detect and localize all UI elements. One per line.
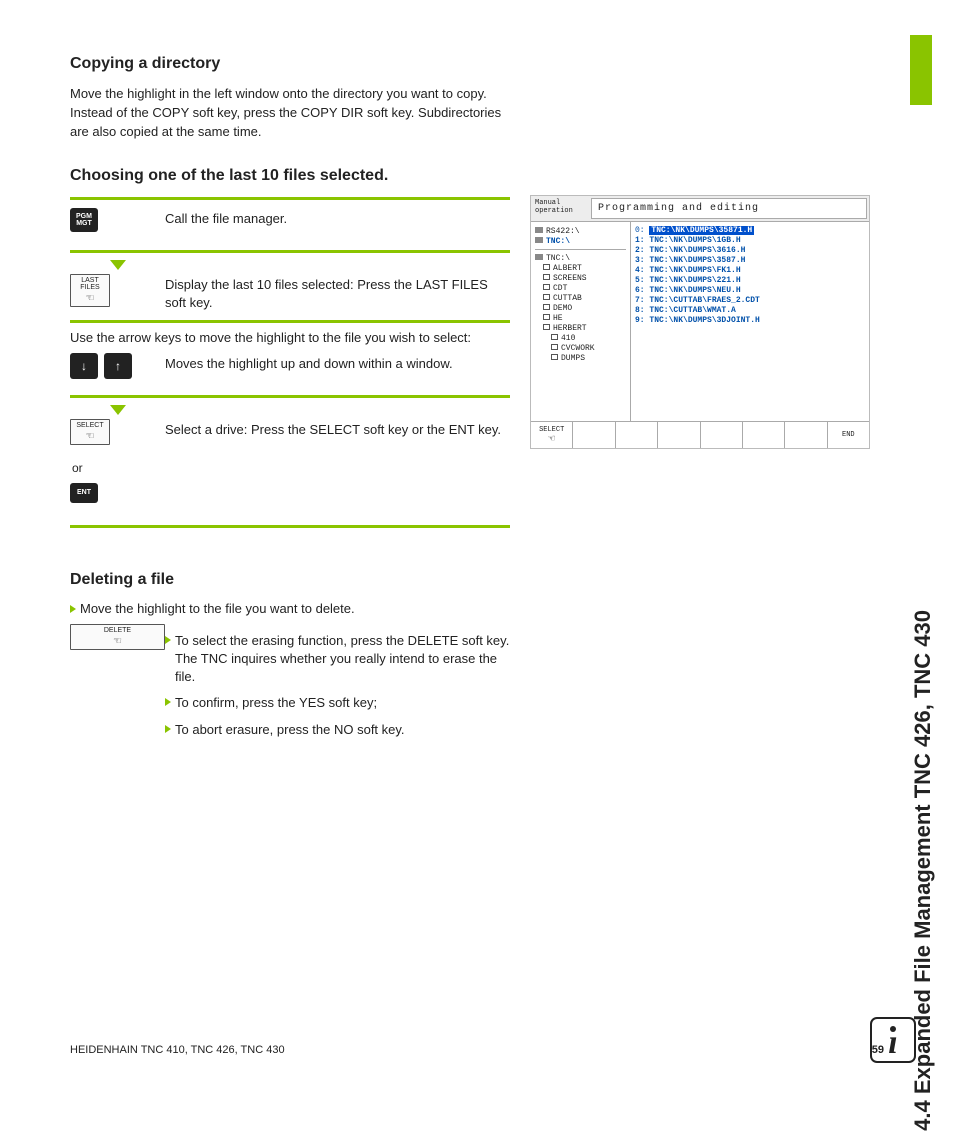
tree-item: DEMO [535, 303, 626, 313]
fig-file-list: 0: TNC:\NK\DUMPS\35871.H1: TNC:\NK\DUMPS… [631, 222, 869, 421]
tree-item: CDT [535, 283, 626, 293]
file-line: 3: TNC:\NK\DUMPS\3587.H [635, 255, 865, 265]
divider [70, 395, 510, 398]
accent-bar [910, 35, 932, 105]
divider [70, 320, 510, 323]
bullet-icon [165, 636, 171, 644]
divider [70, 197, 510, 200]
step-arrows-text: Moves the highlight up and down within a… [165, 353, 510, 373]
tree-item: CVCWORK [535, 343, 626, 353]
file-line: 5: TNC:\NK\DUMPS\221.H [635, 275, 865, 285]
drive-icon [535, 227, 543, 233]
folder-icon [551, 354, 558, 360]
fig-mode: Manual operation [531, 196, 591, 221]
flow-arrow-icon [110, 260, 126, 270]
file-line: 2: TNC:\NK\DUMPS\3616.H [635, 245, 865, 255]
fig-sk-select: SELECT☜ [531, 422, 573, 448]
file-line: 9: TNC:\NK\DUMPS\3DJOINT.H [635, 315, 865, 325]
arrow-down-key: ↓ [70, 353, 98, 379]
fig-sk-end: END [828, 422, 869, 448]
tree-item: HE [535, 313, 626, 323]
divider [70, 250, 510, 253]
step-pgmmgt-text: Call the file manager. [165, 208, 510, 228]
bullet-icon [165, 698, 171, 706]
tree-item: ALBERT [535, 263, 626, 273]
tree-item: 410 [535, 333, 626, 343]
folder-icon [543, 294, 550, 300]
file-line: 4: TNC:\NK\DUMPS\FK1.H [635, 265, 865, 275]
flow-arrow-icon [110, 405, 126, 415]
bullet-icon [165, 725, 171, 733]
bullet-icon [70, 605, 76, 613]
heading-copying-directory: Copying a directory [70, 55, 510, 73]
folder-icon [543, 264, 550, 270]
delete-list-item: To select the erasing function, press th… [165, 632, 510, 687]
select-softkey: SELECT ☜ [70, 419, 110, 445]
drive-icon [535, 237, 543, 243]
fig-softkey-bar: SELECT☜ END [531, 421, 869, 448]
tree-item: HERBERT [535, 323, 626, 333]
folder-icon [543, 284, 550, 290]
fig-title: Programming and editing [591, 198, 867, 219]
folder-icon [543, 274, 550, 280]
pgm-mgt-key: PGM MGT [70, 208, 98, 232]
step-select-text: Select a drive: Press the SELECT soft ke… [165, 419, 510, 439]
delete-list-item: To confirm, press the YES soft key; [165, 694, 510, 712]
heading-last10: Choosing one of the last 10 files select… [70, 167, 510, 185]
delete-intro: Move the highlight to the file you want … [80, 601, 355, 616]
delete-list-item: To abort erasure, press the NO soft key. [165, 721, 510, 739]
copying-directory-body: Move the highlight in the left window on… [70, 85, 510, 142]
drive-icon [535, 254, 543, 260]
tree-item: SCREENS [535, 273, 626, 283]
folder-icon [551, 344, 558, 350]
delete-softkey: DELETE ☜ [70, 624, 165, 650]
file-line: 0: TNC:\NK\DUMPS\35871.H [635, 226, 865, 235]
screenshot-figure: Manual operation Programming and editing… [530, 195, 870, 449]
section-side-title [910, 35, 932, 105]
hand-icon: ☜ [86, 293, 95, 304]
divider [70, 525, 510, 528]
ent-key: ENT [70, 483, 98, 503]
file-line: 1: TNC:\NK\DUMPS\1GB.H [635, 235, 865, 245]
file-line: 6: TNC:\NK\DUMPS\NEU.H [635, 285, 865, 295]
page-footer: HEIDENHAIN TNC 410, TNC 426, TNC 430 59 [70, 1044, 884, 1056]
folder-icon [551, 334, 558, 340]
folder-icon [543, 314, 550, 320]
tree-item: DUMPS [535, 353, 626, 363]
info-icon: ı [870, 1017, 916, 1063]
arrow-up-key: ↑ [104, 353, 132, 379]
tree-item: CUTTAB [535, 293, 626, 303]
last-files-softkey: LAST FILES ☜ [70, 274, 110, 307]
file-line: 7: TNC:\CUTTAB\FRAES_2.CDT [635, 295, 865, 305]
heading-deleting-file: Deleting a file [70, 571, 510, 589]
step-lastfiles-text: Display the last 10 files selected: Pres… [165, 274, 510, 312]
hand-icon: ☜ [113, 636, 122, 647]
or-label: or [72, 461, 510, 475]
folder-icon [543, 304, 550, 310]
file-line: 8: TNC:\CUTTAB\WMAT.A [635, 305, 865, 315]
fig-tree-panel: RS422:\ TNC:\ TNC:\ ALBERTSCREENSCDTCUTT… [531, 222, 631, 421]
folder-icon [543, 324, 550, 330]
footer-text: HEIDENHAIN TNC 410, TNC 426, TNC 430 [70, 1044, 285, 1056]
hand-icon: ☜ [86, 431, 95, 442]
arrow-intro: Use the arrow keys to move the highlight… [70, 330, 510, 345]
